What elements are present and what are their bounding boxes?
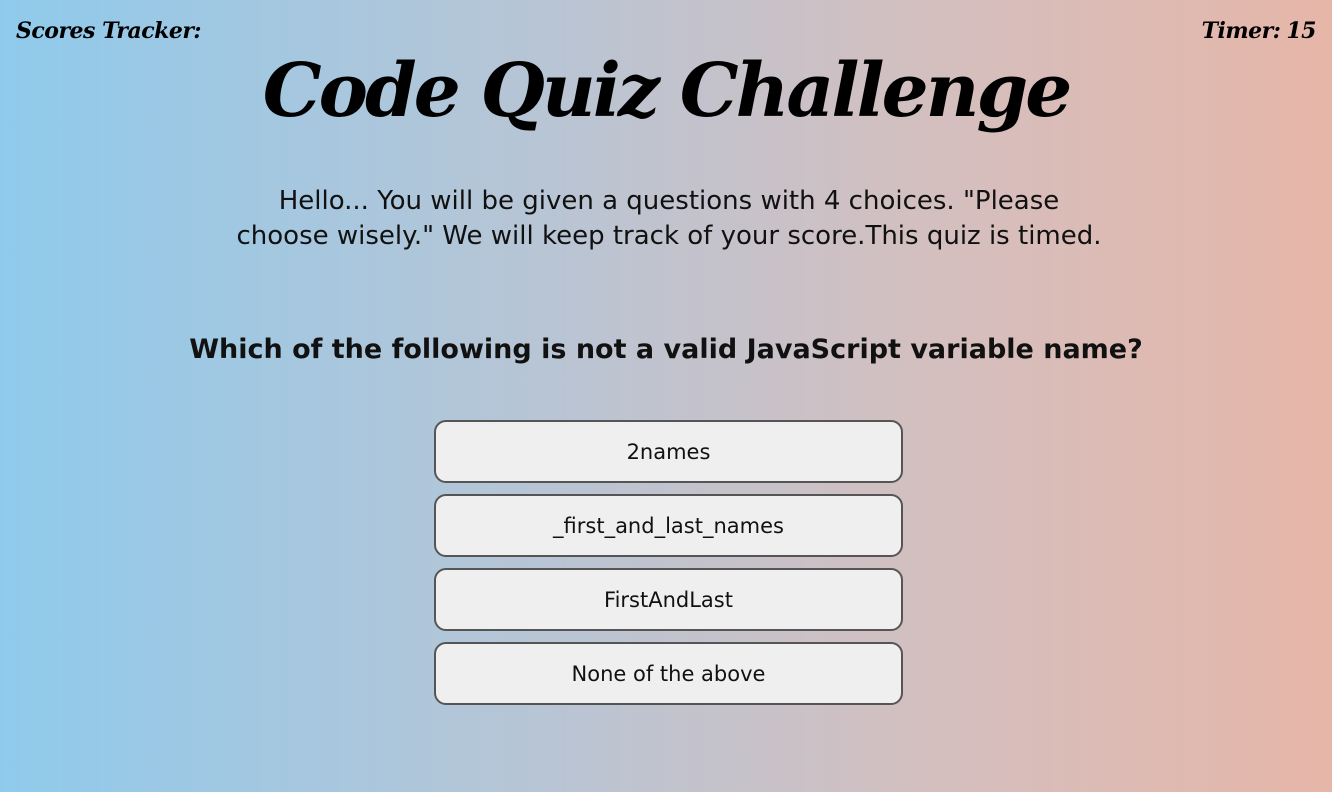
choice-button-4[interactable]: None of the above: [434, 642, 903, 705]
choices-list: 2names _first_and_last_names FirstAndLas…: [434, 420, 903, 705]
timer-label: Timer:: [1201, 18, 1281, 44]
scores-tracker[interactable]: Scores Tracker:: [16, 18, 202, 44]
question-text: Which of the following is not a valid Ja…: [189, 334, 1143, 365]
choice-button-3[interactable]: FirstAndLast: [434, 568, 903, 631]
choice-button-1[interactable]: 2names: [434, 420, 903, 483]
timer-value: 15: [1286, 18, 1316, 44]
page-title: Code Quiz Challenge: [262, 48, 1073, 134]
choice-button-2[interactable]: _first_and_last_names: [434, 494, 903, 557]
timer: Timer: 15: [1201, 18, 1317, 44]
intro-text: Hello... You will be given a questions w…: [236, 186, 1102, 251]
